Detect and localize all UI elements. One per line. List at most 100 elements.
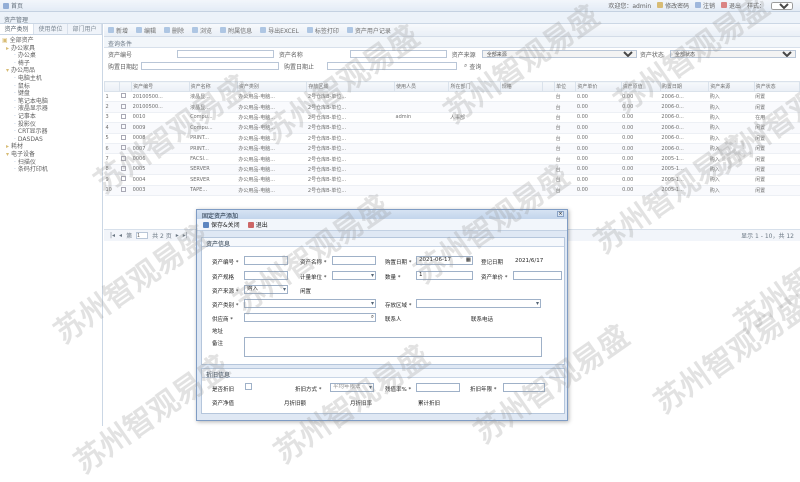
tree-node[interactable]: ▣ 全部资产	[2, 37, 100, 45]
column-header[interactable]	[119, 81, 133, 92]
page-number-input[interactable]	[136, 232, 149, 239]
tab-department-user[interactable]: 部门用户	[68, 24, 102, 34]
query-start-date-input[interactable]	[141, 62, 279, 70]
table-row[interactable]: 3 0010 Compu... 办公用品-电脑... 2号仓库B-单位... admin 人…	[104, 112, 800, 124]
home-link[interactable]: 首页	[3, 1, 23, 10]
edit-button[interactable]: 编辑	[136, 26, 156, 35]
tab-asset-category[interactable]: 资产类别	[0, 24, 34, 34]
row-checkbox[interactable]	[119, 185, 132, 196]
tab-using-unit[interactable]: 使用单位	[34, 24, 68, 34]
dialog-close-button[interactable]: ×	[557, 211, 564, 217]
unit-select[interactable]	[332, 271, 376, 280]
search-button[interactable]: ⌕ 查询	[464, 62, 481, 71]
save-close-button[interactable]: 保存&关闭	[203, 220, 240, 229]
tree-node[interactable]: · 键盘	[2, 90, 100, 98]
category-select[interactable]	[244, 299, 376, 308]
last-page-button[interactable]: ▸|	[183, 232, 188, 239]
view-button[interactable]: 浏览	[192, 26, 212, 35]
supplier-input[interactable]: ⌕	[244, 313, 376, 322]
prev-page-button[interactable]: ◂	[119, 232, 122, 239]
row-checkbox[interactable]	[119, 143, 132, 155]
tree-node[interactable]: · 电脑主机	[2, 75, 100, 83]
table-row[interactable]: 8 0005 SERVER 办公用品-电脑... 2号仓库B-单位... 台 0.00 0.0…	[104, 164, 800, 176]
column-header[interactable]: 资产名称	[188, 81, 238, 92]
tree-node[interactable]: · 记事本	[2, 113, 100, 121]
query-status-select[interactable]: 全部状态	[669, 50, 796, 58]
tree-node[interactable]: ▸ 办公家具	[2, 45, 100, 53]
row-checkbox[interactable]	[119, 112, 132, 124]
table-row[interactable]: 9 0004 SERVER 办公用品-电脑... 2号仓库B-单位... 台 0.00 0.0…	[104, 174, 800, 186]
column-header[interactable]: 所在部门	[448, 81, 501, 92]
column-header[interactable]	[542, 81, 556, 92]
tree-node[interactable]: ▸ 耗材	[2, 143, 100, 151]
tree-node[interactable]: · CRT显示器	[2, 128, 100, 136]
tree-node[interactable]: ▾ 办公用品	[2, 67, 100, 75]
export-button[interactable]: 导出EXCEL	[260, 26, 299, 35]
remark-textarea[interactable]	[244, 337, 542, 357]
add-button[interactable]: 新增	[108, 26, 128, 35]
tree-node[interactable]: · 办公桌	[2, 52, 100, 60]
column-header[interactable]: 资产原值	[620, 81, 661, 92]
is-depr-checkbox[interactable]	[245, 383, 252, 390]
column-header[interactable]: 资产单价	[575, 81, 622, 92]
first-page-button[interactable]: |◂	[110, 232, 115, 239]
query-asset-name-input[interactable]	[349, 50, 447, 58]
next-page-button[interactable]: ▸	[176, 232, 179, 239]
table-row[interactable]: 2 20100500... 液晶显... 办公用品-电脑... 2号仓库B-单位... 台…	[104, 101, 800, 113]
column-header[interactable]: 资产状态	[753, 81, 800, 92]
depr-years-input[interactable]	[503, 383, 545, 392]
table-row[interactable]: 4 0009 Compu... 办公用品-电脑... 2号仓库B-单位... 台 0.00 0…	[104, 122, 800, 134]
column-header[interactable]: 购置日期	[659, 81, 710, 92]
label-print-button[interactable]: 标签打印	[306, 26, 339, 35]
tree-node[interactable]: · 投影仪	[2, 121, 100, 129]
row-checkbox[interactable]	[119, 133, 132, 144]
tree-node[interactable]: · 液晶显示器	[2, 105, 100, 113]
row-checkbox[interactable]	[119, 174, 132, 186]
column-header[interactable]: 单位	[554, 81, 577, 92]
quantity-input[interactable]: 1	[416, 271, 473, 280]
column-header[interactable]: 资产编号	[131, 81, 190, 92]
tree-node[interactable]: · 鼠标	[2, 83, 100, 91]
query-source-select[interactable]: 全部来源	[481, 50, 637, 58]
row-checkbox[interactable]	[119, 122, 132, 134]
column-header[interactable]: 规格	[499, 81, 544, 92]
depr-method-select[interactable]: 平均年限法	[330, 383, 374, 392]
row-checkbox[interactable]	[119, 153, 132, 165]
table-row[interactable]: 6 0007 PRINT... 办公用品-电脑... 2号仓库B-单位... 台 0.00 0…	[104, 143, 800, 155]
style-select[interactable]: 蓝色	[771, 1, 793, 10]
asset-name-input[interactable]	[332, 256, 376, 265]
delete-button[interactable]: 删除	[164, 26, 184, 35]
logout-button[interactable]: 注销	[695, 1, 715, 10]
query-end-date-input[interactable]	[327, 62, 457, 70]
source-select[interactable]: 购入	[244, 285, 288, 294]
row-checkbox[interactable]	[119, 101, 132, 113]
dialog-exit-button[interactable]: 退出	[247, 220, 268, 229]
query-asset-no-input[interactable]	[176, 50, 274, 58]
storage-select[interactable]	[416, 299, 541, 308]
attachment-button[interactable]: 附属信息	[220, 26, 252, 35]
supplier-search-icon[interactable]: ⌕	[371, 314, 374, 321]
table-row[interactable]: 7 0006 FACSI... 办公用品-电脑... 2号仓库B-单位... 台 0.00 0…	[104, 153, 800, 165]
column-header[interactable]: 存放区域	[306, 81, 396, 92]
tree-node[interactable]: · 扫描仪	[2, 159, 100, 167]
change-password-button[interactable]: 修改密码	[657, 1, 689, 10]
purchase-date-input[interactable]: 2021-06-17 ▦	[416, 256, 473, 265]
column-header[interactable]: 资产来源	[708, 81, 755, 92]
table-row[interactable]: 1 20100500... 液晶显... 办公用品-电脑... 2号仓库B-单位... 台…	[104, 91, 800, 103]
column-header[interactable]: 使用人员	[394, 81, 450, 92]
row-checkbox[interactable]	[119, 164, 132, 176]
row-checkbox[interactable]	[119, 91, 132, 103]
tree-node[interactable]: · 条码打印机	[2, 166, 100, 174]
table-row[interactable]: 5 0008 PRINT... 办公用品-电脑... 2号仓库B-单位... 台 0.00 0…	[104, 133, 800, 144]
tree-node[interactable]: ▾ 电子设备	[2, 151, 100, 159]
spec-input[interactable]	[244, 271, 288, 280]
column-header[interactable]: 资产类别	[236, 81, 308, 92]
unit-price-input[interactable]	[513, 271, 562, 280]
salvage-rate-input[interactable]	[416, 383, 460, 392]
asset-no-input[interactable]	[244, 256, 288, 265]
tree-node[interactable]: · 笔记本电脑	[2, 98, 100, 106]
asset-user-log-button[interactable]: 资产用户记录	[346, 26, 391, 35]
exit-button[interactable]: 退出	[721, 1, 741, 10]
column-header[interactable]	[104, 81, 121, 92]
table-row[interactable]: 10 0003 TAPE... 办公用品-电脑... 2号仓库B-单位... 台 0.00 0…	[104, 185, 800, 196]
